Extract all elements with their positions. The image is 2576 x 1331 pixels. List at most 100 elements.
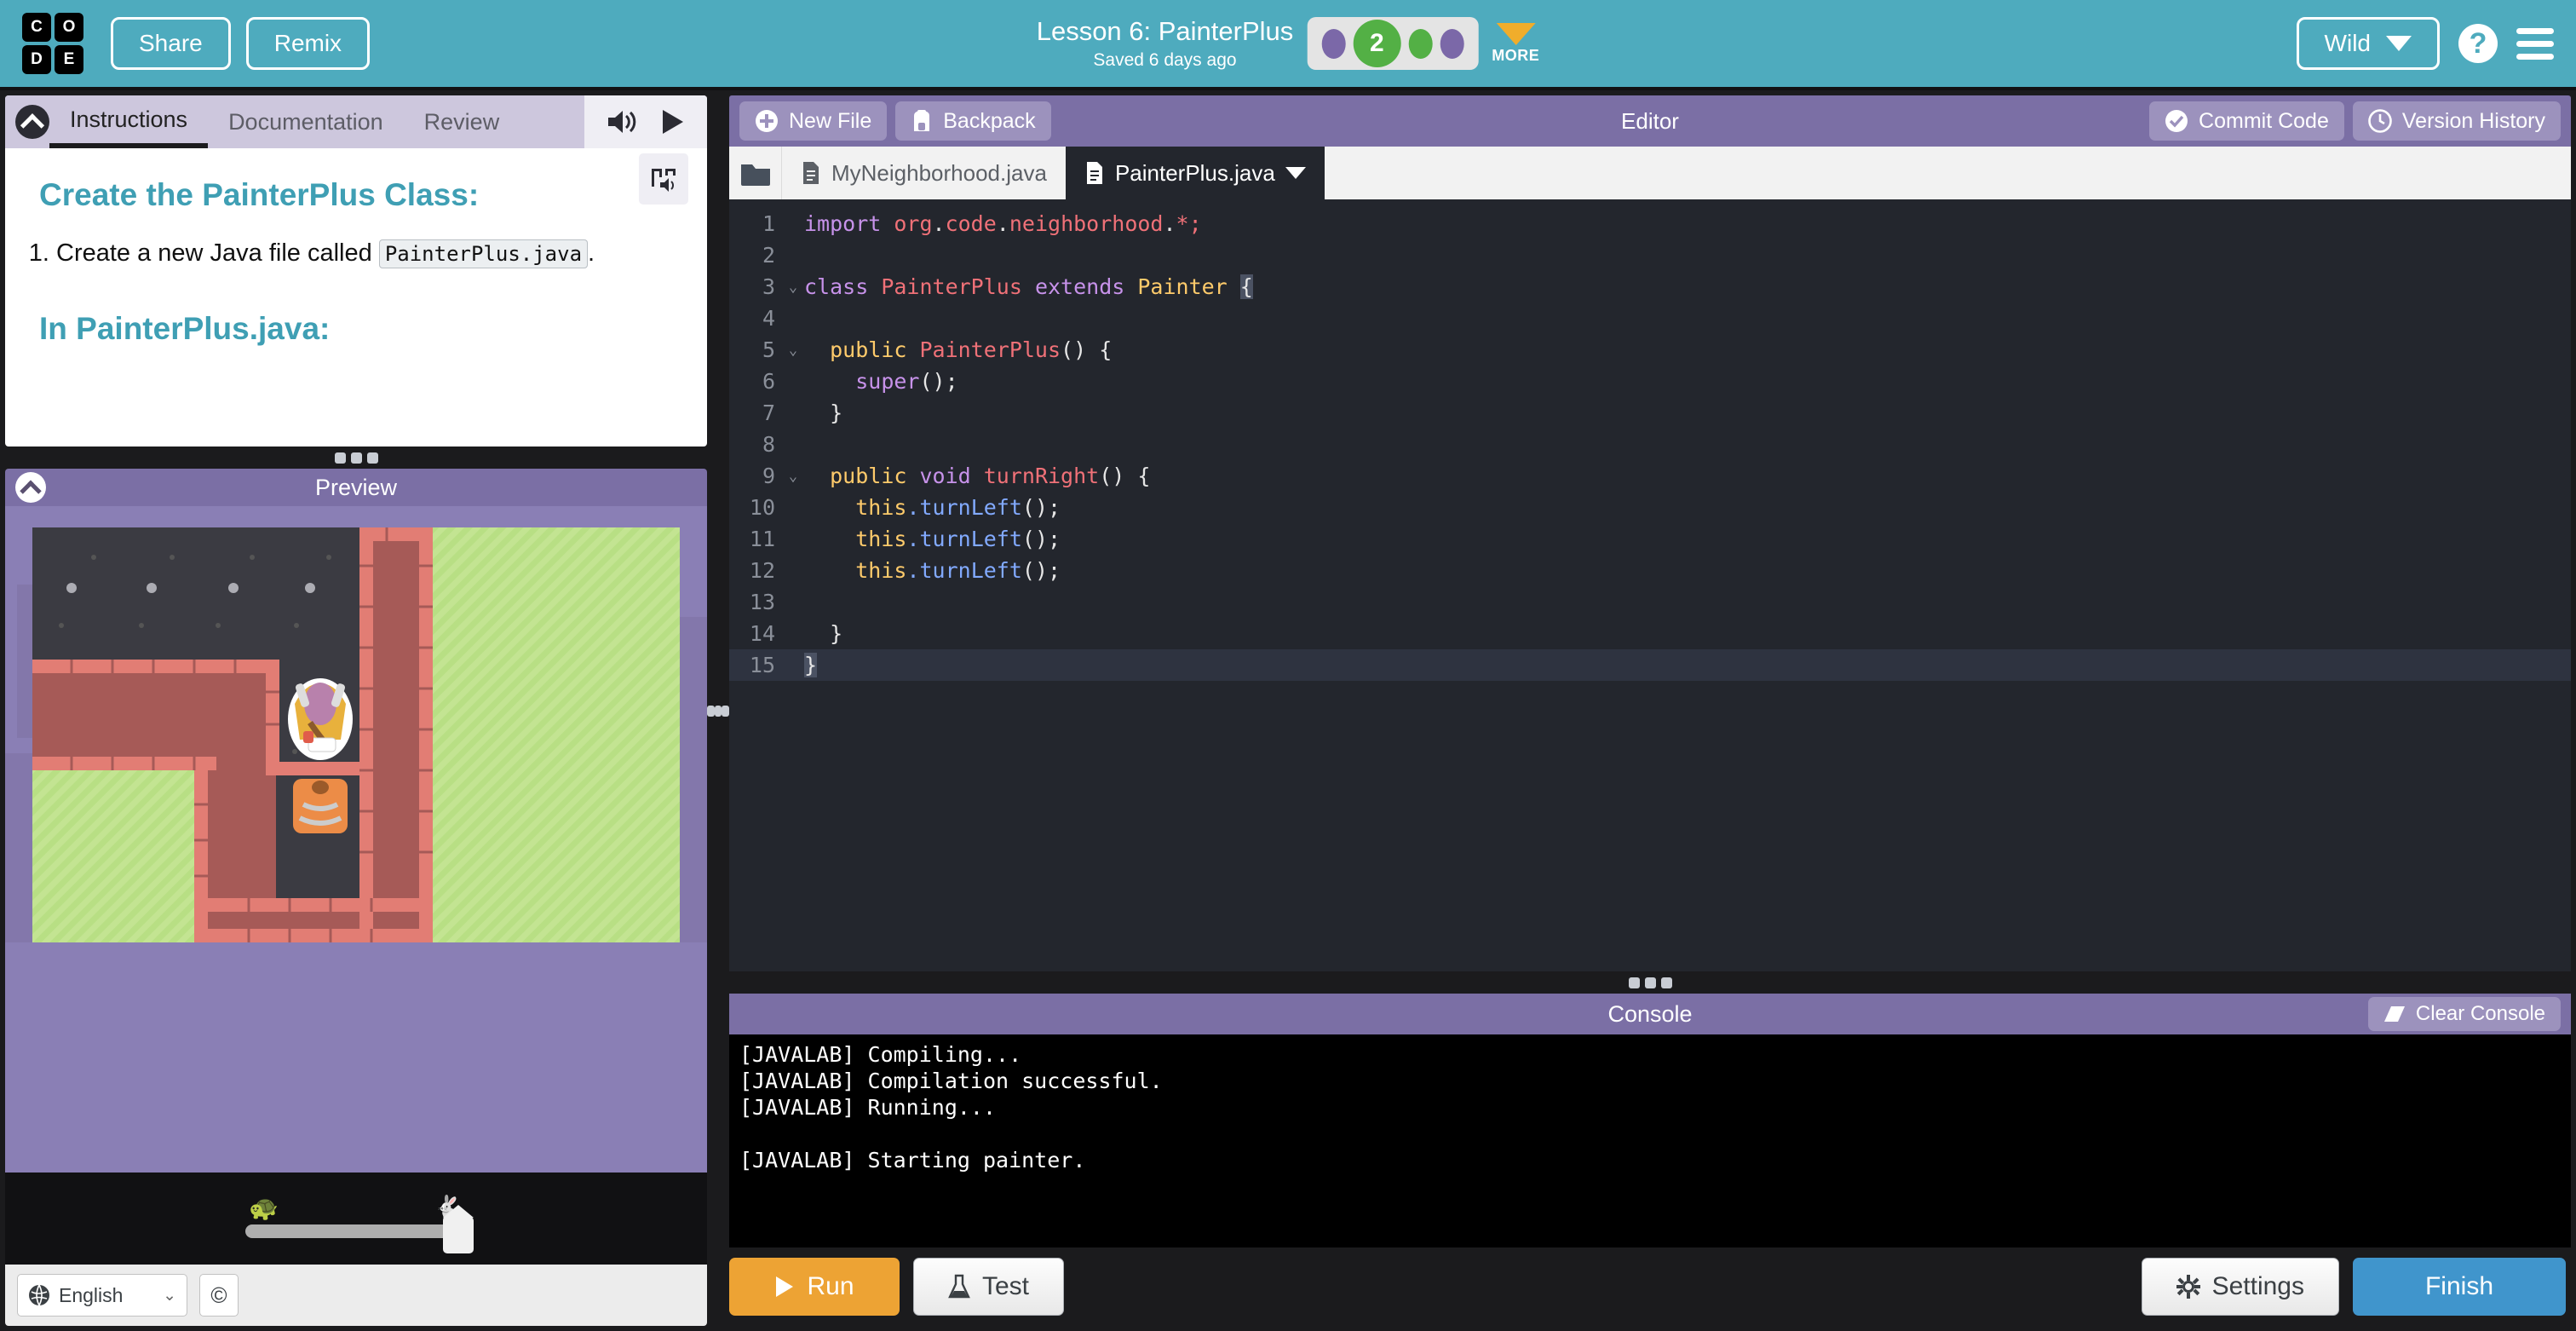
code-line[interactable]: 4 [729,302,2571,334]
code-line[interactable]: 15} [729,649,2571,681]
chevron-down-icon[interactable] [1285,167,1306,179]
new-file-label: New File [789,108,872,133]
level-bubble-1[interactable] [1321,28,1346,59]
share-button[interactable]: Share [111,17,231,70]
code-line[interactable]: 6 super(); [729,366,2571,397]
preview-title: Preview [314,474,398,500]
clear-console-label: Clear Console [2415,1002,2545,1025]
fold-toggle-icon[interactable]: ⌄ [782,279,804,296]
code-line[interactable]: 8 [729,429,2571,460]
chevron-down-icon [2386,36,2412,51]
line-number: 10 [749,495,775,520]
neighborhood-scene [5,506,707,942]
level-bubble-3[interactable] [1408,28,1433,59]
line-number: 8 [762,432,775,457]
console-line: [JAVALAB] Running... [739,1095,997,1120]
folder-icon[interactable] [729,147,782,199]
code-text: public void turnRight() { [830,464,1151,488]
step-1-code: PainterPlus.java [378,239,589,268]
code-line[interactable]: 12 this.turnLeft(); [729,555,2571,586]
line-number: 3 [762,274,775,299]
code-text: class PainterPlus extends Painter { [804,274,1253,299]
user-menu-button[interactable]: Wild [2296,17,2440,70]
code-line[interactable]: 7 } [729,397,2571,429]
play-icon [774,1275,795,1299]
line-number: 1 [762,211,775,236]
editor-toolbar-right: Commit Code Version History [2149,101,2561,141]
code-org-logo[interactable]: C O D E [22,13,83,74]
panel-resize-handle[interactable] [707,95,730,1326]
code-text: this.turnLeft(); [855,527,1061,551]
file-tab-painterplus[interactable]: PainterPlus.java [1065,147,1325,199]
editor-toolbar: New File Backpack Editor Commit Code Ver… [729,95,2571,147]
settings-label: Settings [2211,1272,2304,1300]
version-history-label: Version History [2401,108,2545,133]
collapse-instructions-icon[interactable] [15,105,49,139]
test-button[interactable]: Test [913,1258,1065,1316]
console-line: [JAVALAB] Starting painter. [739,1148,1086,1173]
logo-letter-d: D [22,45,51,74]
code-line[interactable]: 3 ⌄ class PainterPlus extends Painter { [729,271,2571,302]
settings-button[interactable]: Settings [2141,1258,2339,1316]
line-number: 6 [762,369,775,394]
language-select[interactable]: English ⌄ [17,1274,187,1317]
console-output[interactable]: [JAVALAB] Compiling... [JAVALAB] Compilat… [729,1034,2571,1247]
console-header: Console Clear Console [729,994,2571,1034]
code-text: } [804,400,843,425]
flask-icon [948,1274,970,1299]
instructions-preview-divider[interactable] [5,447,707,469]
run-button[interactable]: Run [729,1258,900,1316]
fold-toggle-icon[interactable]: ⌄ [782,342,804,359]
speed-slider-thumb[interactable] [443,1205,474,1253]
code-line[interactable]: 5 ⌄ public PainterPlus() { [729,334,2571,366]
language-label: English [59,1283,124,1306]
eraser-icon [2383,1005,2406,1023]
hamburger-icon[interactable] [2516,27,2554,60]
console-line: [JAVALAB] Compilation successful. [739,1069,1163,1093]
turtle-icon: 🐢 [249,1195,279,1221]
file-tab-myneighborhood[interactable]: MyNeighborhood.java [782,147,1066,199]
code-text: super(); [855,369,958,394]
tab-documentation[interactable]: Documentation [208,95,404,148]
text-to-speech-icon[interactable] [639,153,688,205]
commit-code-button[interactable]: Commit Code [2149,101,2344,141]
code-editor[interactable]: 1 import org.code.neighborhood.*; 2 3 ⌄ class… [729,199,2571,971]
save-status: Saved 6 days ago [1093,50,1237,70]
play-icon[interactable] [661,108,685,135]
code-line[interactable]: 1 import org.code.neighborhood.*; [729,208,2571,239]
code-line[interactable]: 10 this.turnLeft(); [729,492,2571,523]
code-line[interactable]: 14 } [729,618,2571,649]
code-line[interactable]: 2 [729,239,2571,271]
fold-toggle-icon[interactable]: ⌄ [782,468,804,485]
speed-slider-track[interactable] [245,1224,467,1238]
line-number: 14 [749,621,775,646]
line-number: 2 [762,243,775,268]
version-history-button[interactable]: Version History [2352,101,2561,141]
remix-button[interactable]: Remix [245,17,371,70]
backpack-button[interactable]: Backpack [895,101,1051,141]
tab-review[interactable]: Review [404,95,520,148]
clear-console-button[interactable]: Clear Console [2367,997,2561,1031]
file-tab-label: MyNeighborhood.java [831,159,1047,186]
new-file-button[interactable]: New File [739,101,888,141]
instructions-audio-controls [584,95,707,148]
code-line[interactable]: 9 ⌄ public void turnRight() { [729,460,2571,492]
speed-slider[interactable]: 🐢 🐇 [245,1195,474,1253]
instructions-step-list: Create a new Java file called PainterPlu… [56,235,673,272]
app-body: Instructions Documentation Review Create… [0,90,2576,1331]
user-menu-label: Wild [2324,30,2371,56]
help-icon[interactable]: ? [2458,24,2498,63]
level-bubble-2-current[interactable]: 2 [1353,20,1401,67]
code-line[interactable]: 11 this.turnLeft(); [729,523,2571,555]
copyright-button[interactable]: © [199,1274,239,1317]
finish-button[interactable]: Finish [2353,1258,2566,1316]
more-levels-button[interactable]: MORE [1492,22,1539,65]
tab-instructions[interactable]: Instructions [49,95,209,148]
speaker-icon[interactable] [607,108,639,135]
code-text: } [804,653,818,677]
editor-console-divider[interactable] [729,971,2571,994]
code-text: this.turnLeft(); [855,495,1061,520]
level-bubble-4[interactable] [1440,28,1464,59]
code-line[interactable]: 13 [729,586,2571,618]
